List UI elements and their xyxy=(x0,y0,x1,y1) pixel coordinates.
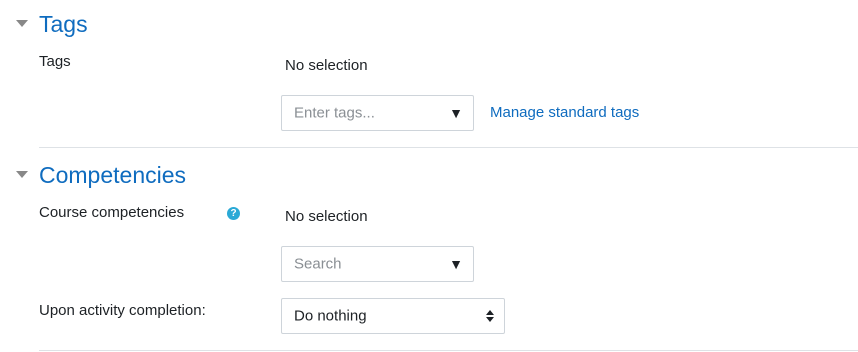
activity-completion-value: Do nothing xyxy=(294,307,367,325)
competencies-search-placeholder: Search xyxy=(294,255,342,273)
competencies-search-input[interactable]: Search ▼ xyxy=(281,246,474,282)
course-competencies-label: Course competencies xyxy=(39,204,185,221)
dropdown-arrow-icon: ▼ xyxy=(449,105,463,121)
manage-standard-tags-link[interactable]: Manage standard tags xyxy=(490,104,639,122)
activity-completion-select[interactable]: Do nothing xyxy=(281,298,505,334)
competencies-collapse-icon[interactable] xyxy=(16,171,28,178)
competencies-selection-text: No selection xyxy=(285,208,368,225)
tags-selection-text: No selection xyxy=(285,57,368,74)
competencies-divider xyxy=(39,350,858,351)
dropdown-arrow-icon: ▼ xyxy=(449,256,463,272)
sort-caret-icon xyxy=(486,310,494,322)
competencies-section-title[interactable]: Competencies xyxy=(39,164,186,187)
tags-field-label: Tags xyxy=(39,53,71,70)
tags-divider xyxy=(39,147,858,148)
tags-collapse-icon[interactable] xyxy=(16,20,28,27)
tags-input-placeholder: Enter tags... xyxy=(294,104,375,122)
tags-section-title[interactable]: Tags xyxy=(39,13,88,36)
help-icon[interactable]: ? xyxy=(227,207,240,220)
activity-completion-label: Upon activity completion: xyxy=(39,302,206,319)
tags-input[interactable]: Enter tags... ▼ xyxy=(281,95,474,131)
